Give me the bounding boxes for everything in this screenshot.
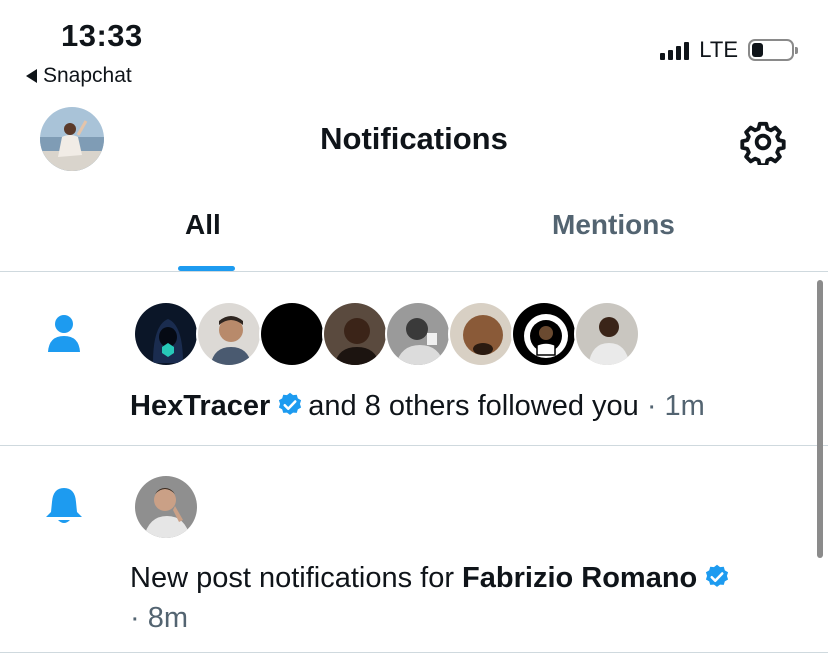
back-to-app-link[interactable]: Snapchat xyxy=(26,64,132,88)
notification-user[interactable]: HexTracer xyxy=(130,390,270,422)
avatar[interactable] xyxy=(574,301,640,367)
status-indicators: LTE xyxy=(660,37,798,63)
notification-message: New post notifications for xyxy=(130,562,454,594)
notification-divider xyxy=(0,445,828,446)
notification-time: · 1m xyxy=(646,390,705,422)
avatar[interactable] xyxy=(385,301,451,367)
back-arrow-icon xyxy=(26,69,37,83)
verified-badge-icon xyxy=(279,392,302,415)
signal-icon xyxy=(660,40,690,60)
follower-avatars[interactable] xyxy=(133,301,640,367)
post-notification-text[interactable]: New post notifications for Fabrizio Roma… xyxy=(130,558,810,638)
avatar[interactable] xyxy=(448,301,514,367)
bell-icon xyxy=(45,486,83,531)
battery-icon xyxy=(748,39,798,61)
avatar[interactable] xyxy=(133,301,199,367)
page-title: Notifications xyxy=(320,121,508,156)
tab-all[interactable]: All xyxy=(185,209,221,241)
verified-badge-icon xyxy=(706,564,729,587)
avatar[interactable] xyxy=(133,474,199,540)
notification-divider xyxy=(0,652,828,653)
avatar[interactable] xyxy=(196,301,262,367)
notification-user[interactable]: Fabrizio Romano xyxy=(462,562,697,594)
network-type: LTE xyxy=(699,37,738,62)
notification-time: · 8m xyxy=(130,602,188,634)
status-time: 13:33 xyxy=(61,18,143,53)
person-icon xyxy=(47,314,81,359)
avatar[interactable] xyxy=(259,301,325,367)
notification-message: and 8 others followed you xyxy=(308,390,639,422)
scrollbar[interactable] xyxy=(817,280,823,558)
avatar[interactable] xyxy=(322,301,388,367)
gear-icon[interactable] xyxy=(740,119,786,168)
tabs-divider xyxy=(0,271,828,272)
follow-notification-text[interactable]: HexTracer and 8 others followed you · 1m xyxy=(130,386,705,426)
avatar[interactable] xyxy=(511,301,577,367)
back-app-label: Snapchat xyxy=(43,64,132,87)
tab-mentions[interactable]: Mentions xyxy=(552,209,675,241)
